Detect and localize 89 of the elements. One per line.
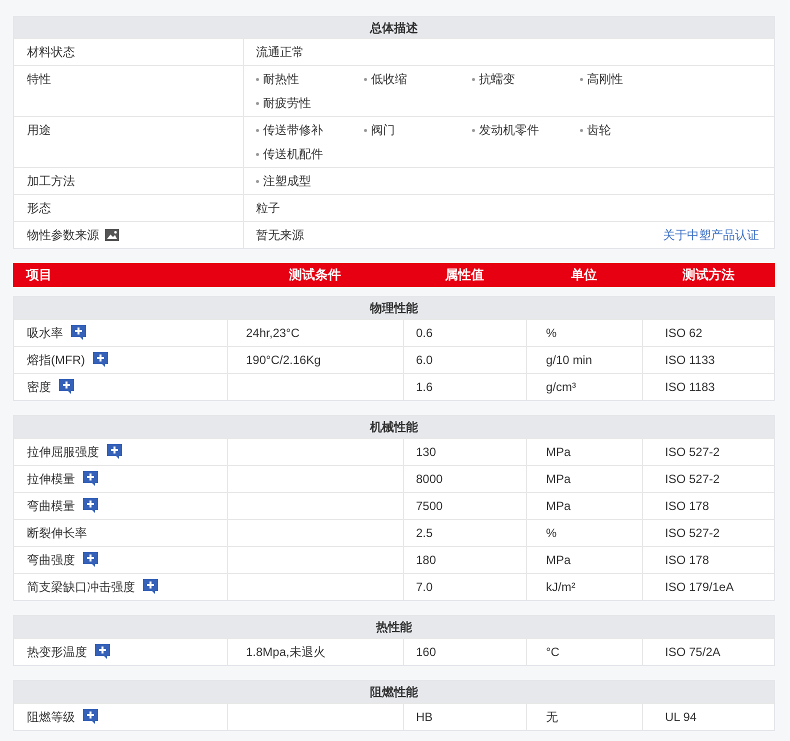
column-header: 单位 (571, 267, 597, 283)
table-cell: ISO 527-2 (665, 471, 720, 487)
tag-item: 发动机零件 (472, 122, 580, 138)
add-note-icon[interactable] (83, 709, 99, 725)
table-cell: % (546, 525, 557, 541)
table-cell: 无 (546, 709, 558, 725)
table-cell: 160 (416, 644, 436, 660)
table-cell: 1.8Mpa,未退火 (246, 644, 326, 660)
item-name: 拉伸屈服强度 (27, 444, 99, 460)
add-note-icon[interactable] (83, 552, 99, 568)
table-cell: MPa (546, 444, 571, 460)
item-name: 弯曲强度 (27, 552, 75, 568)
table-cell: g/cm³ (546, 379, 576, 395)
table-cell: MPa (546, 552, 571, 568)
row-label: 用途 (27, 122, 51, 138)
item-name: 拉伸模量 (27, 471, 75, 487)
table-cell: ISO 62 (665, 325, 702, 341)
image-icon[interactable] (105, 229, 119, 241)
column-header: 属性值 (445, 267, 484, 283)
item-name: 简支梁缺口冲击强度 (27, 579, 135, 595)
table-cell: 6.0 (416, 352, 433, 368)
item-name: 断裂伸长率 (27, 525, 87, 541)
section-title: 热性能 (376, 619, 412, 635)
table-cell: g/10 min (546, 352, 592, 368)
column-header: 测试条件 (289, 267, 341, 283)
table-cell: ISO 178 (665, 552, 710, 568)
item-name: 阻燃等级 (27, 709, 75, 725)
tag-item: 耐疲劳性 (256, 95, 364, 111)
tag-item: 阀门 (364, 122, 472, 138)
table-cell: 180 (416, 552, 436, 568)
section-title: 阻燃性能 (370, 684, 418, 700)
table-cell: kJ/m² (546, 579, 576, 595)
add-note-icon[interactable] (71, 325, 87, 341)
table-cell: 7500 (416, 498, 443, 514)
table-cell: 1.6 (416, 379, 433, 395)
row-label: 形态 (27, 200, 51, 216)
tag-item: 传送机配件 (256, 146, 364, 162)
row-value: 暂无来源 (256, 227, 304, 243)
row-value: 流通正常 (256, 45, 304, 59)
certification-link[interactable]: 关于中塑产品认证 (663, 227, 762, 243)
table-cell: ISO 1183 (665, 379, 715, 395)
add-note-icon[interactable] (83, 498, 99, 514)
tag-item: 传送带修补 (256, 122, 364, 138)
row-label: 特性 (27, 71, 51, 87)
table-cell: ISO 527-2 (665, 444, 720, 460)
column-header: 项目 (26, 267, 52, 283)
add-note-icon[interactable] (92, 352, 109, 368)
row-label: 加工方法 (27, 173, 75, 189)
table-cell: % (546, 325, 557, 341)
section-title: 机械性能 (370, 419, 418, 435)
table-cell: ISO 527-2 (665, 525, 720, 541)
add-note-icon[interactable] (59, 379, 75, 395)
table-cell: MPa (546, 471, 571, 487)
tag-item: 抗蠕变 (472, 71, 580, 87)
item-name: 弯曲模量 (27, 498, 75, 514)
add-note-icon[interactable] (95, 644, 111, 660)
add-note-icon[interactable] (107, 444, 123, 460)
row-label: 物性参数来源 (27, 227, 99, 243)
item-name: 熔指(MFR) (27, 352, 85, 368)
table-cell: 190°C/2.16Kg (246, 352, 321, 368)
column-header: 测试方法 (682, 267, 734, 283)
section-title: 总体描述 (370, 20, 418, 36)
table-cell: ISO 179/1eA (665, 579, 734, 595)
table-cell: 7.0 (416, 579, 433, 595)
tag-item: 齿轮 (580, 122, 688, 138)
tag-item: 耐热性 (256, 71, 364, 87)
table-cell: MPa (546, 498, 571, 514)
item-name: 吸水率 (27, 325, 63, 341)
table-cell: 130 (416, 444, 436, 460)
table-cell: HB (416, 709, 433, 725)
row-value: 粒子 (256, 201, 280, 215)
tag-item: 高刚性 (580, 71, 688, 87)
table-cell: 8000 (416, 471, 443, 487)
section-title: 物理性能 (370, 300, 418, 316)
table-cell: ISO 75/2A (665, 644, 720, 660)
table-cell: UL 94 (665, 709, 697, 725)
table-cell: 24hr,23°C (246, 325, 300, 341)
tag-item: 注塑成型 (256, 173, 364, 189)
table-cell: 2.5 (416, 525, 433, 541)
row-label: 材料状态 (27, 44, 75, 60)
table-cell: ISO 178 (665, 498, 710, 514)
tag-item: 低收缩 (364, 71, 472, 87)
table-cell: ISO 1133 (665, 352, 715, 368)
add-note-icon[interactable] (83, 471, 99, 487)
item-name: 热变形温度 (27, 644, 87, 660)
item-name: 密度 (27, 379, 51, 395)
table-cell: °C (546, 644, 560, 660)
table-cell: 0.6 (416, 325, 433, 341)
add-note-icon[interactable] (143, 579, 159, 595)
